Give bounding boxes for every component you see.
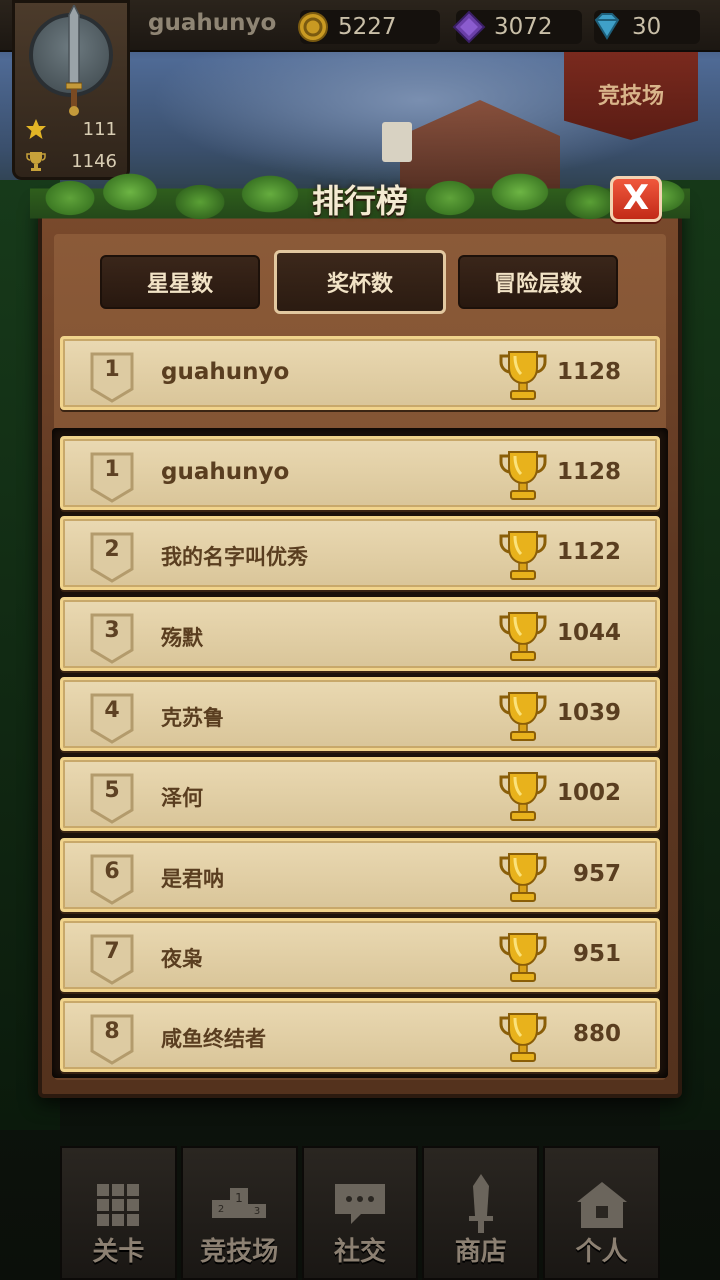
rank-number: 2 xyxy=(104,537,120,562)
grid-icon xyxy=(97,1184,140,1226)
rank-number: 5 xyxy=(104,778,120,803)
podium-icon: 1 2 3 xyxy=(212,1188,267,1218)
svg-text:1: 1 xyxy=(235,1191,243,1205)
svg-text:2: 2 xyxy=(218,1204,224,1215)
player-name: 殇默 xyxy=(161,626,203,650)
rank-number: 1 xyxy=(104,457,120,482)
trophy-score: 1002 xyxy=(556,780,621,806)
leaderboard-row[interactable]: 1 guahunyo 1128 xyxy=(60,436,660,510)
leaderboard-row[interactable]: 8 咸鱼终结者 880 xyxy=(60,998,660,1072)
trophy-score: 1039 xyxy=(556,700,621,726)
nav-profile[interactable]: 个人 xyxy=(543,1146,660,1280)
leaderboard-row[interactable]: 4 克苏鲁 1039 xyxy=(60,677,660,751)
player-name: 夜枭 xyxy=(161,947,203,971)
my-rank-number: 1 xyxy=(104,357,120,382)
player-name: 泽何 xyxy=(161,786,203,810)
player-name: 我的名字叫优秀 xyxy=(161,545,308,569)
rank-number: 4 xyxy=(104,698,120,723)
purple-gem-counter: 3072 xyxy=(452,10,582,44)
trophy-score: 880 xyxy=(572,1021,621,1047)
background-chimney xyxy=(382,122,412,162)
nav-levels[interactable]: 关卡 xyxy=(60,1146,177,1280)
player-avatar-frame[interactable]: 111 1146 xyxy=(12,0,130,180)
sword-icon xyxy=(66,5,82,116)
rank-number: 6 xyxy=(104,859,120,884)
trophy-score: 1122 xyxy=(556,539,621,565)
nav-shop[interactable]: 商店 xyxy=(422,1146,540,1280)
tab-trophies[interactable]: 奖杯数 xyxy=(274,250,446,314)
player-name: 咸鱼终结者 xyxy=(161,1027,266,1051)
stars-count: 111 xyxy=(82,118,117,140)
star-icon xyxy=(26,119,46,139)
trophy-score: 957 xyxy=(572,861,621,887)
close-button[interactable]: X xyxy=(610,176,662,222)
rank-number: 3 xyxy=(104,618,120,643)
player-name: 克苏鲁 xyxy=(161,706,224,730)
diamond-counter: 30 xyxy=(594,10,700,44)
leaderboard-row[interactable]: 7 夜枭 951 xyxy=(60,918,660,992)
house-icon xyxy=(576,1182,627,1228)
purple-gem-icon xyxy=(452,10,486,44)
gold-counter: 5227 xyxy=(298,10,440,44)
bottom-nav: 关卡 1 2 3 竞技场 社交 商店 个人 xyxy=(60,1146,660,1280)
leaderboard-row[interactable]: 3 殇默 1044 xyxy=(60,597,660,671)
tab-adventure-floors[interactable]: 冒险层数 xyxy=(458,255,618,309)
purple-gem-amount: 3072 xyxy=(494,14,553,40)
leaderboard-tabs: 星星数 奖杯数 冒险层数 xyxy=(100,250,620,314)
rank-number: 8 xyxy=(104,1019,120,1044)
trophy-score: 1044 xyxy=(556,620,621,646)
leaderboard-row[interactable]: 2 我的名字叫优秀 1122 xyxy=(60,516,660,590)
trophy-score: 951 xyxy=(572,941,621,967)
leaderboard-row[interactable]: 6 是君呐 957 xyxy=(60,838,660,912)
player-name: 是君呐 xyxy=(161,867,224,891)
nav-social[interactable]: 社交 xyxy=(301,1146,419,1280)
nav-arena[interactable]: 1 2 3 竞技场 xyxy=(180,1146,298,1280)
player-name: guahunyo xyxy=(161,459,290,485)
my-rank-name: guahunyo xyxy=(161,359,290,385)
chat-icon xyxy=(334,1184,385,1224)
leaderboard-row[interactable]: 5 泽何 1002 xyxy=(60,757,660,831)
svg-text:3: 3 xyxy=(254,1206,260,1217)
top-username: guahunyo xyxy=(148,10,277,36)
avatar-stars: 111 xyxy=(25,117,121,141)
diamond-icon xyxy=(594,13,620,40)
my-rank-score: 1128 xyxy=(556,359,621,385)
diamond-amount: 30 xyxy=(632,14,662,40)
shop-sword-icon xyxy=(468,1174,493,1233)
trophy-score: 1128 xyxy=(556,459,621,485)
tab-stars[interactable]: 星星数 xyxy=(100,255,260,309)
my-rank-row: 1 guahunyo 1128 xyxy=(60,336,660,410)
rank-number: 7 xyxy=(104,939,120,964)
gold-amount: 5227 xyxy=(338,14,397,40)
gold-coin-icon xyxy=(298,12,328,42)
